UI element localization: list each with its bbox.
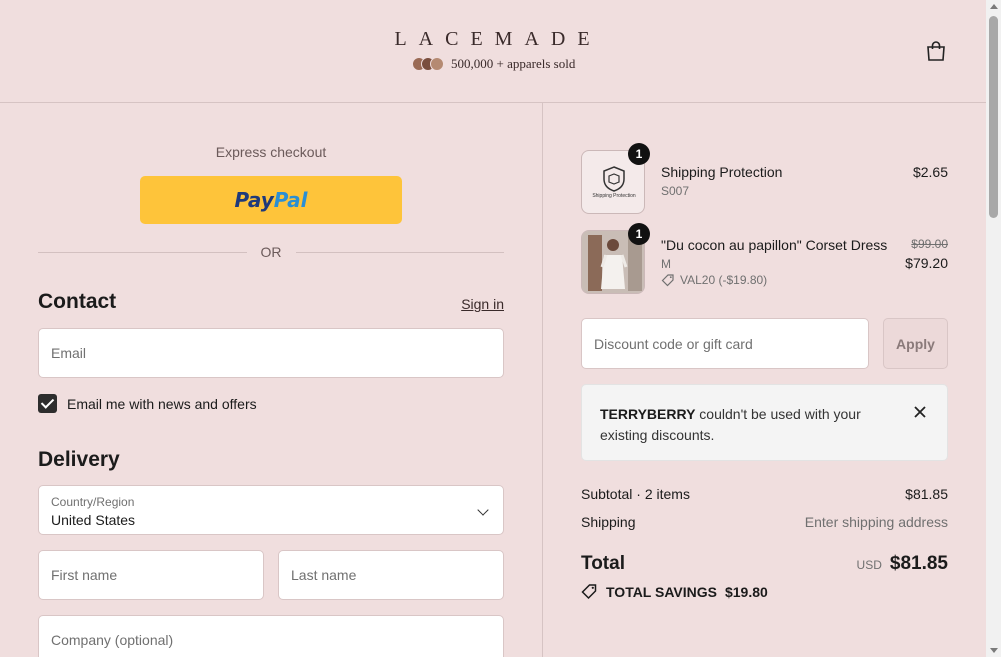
or-text: OR <box>260 244 282 260</box>
social-proof: 500,000 + apparels sold <box>412 56 575 72</box>
item-price: $79.20 <box>905 255 948 271</box>
total-value: $81.85 <box>889 553 948 574</box>
newsletter-option[interactable]: Email me with news and offers <box>38 394 257 413</box>
discount-code: VAL20 (-$19.80) <box>680 273 768 287</box>
shipping-value: Enter shipping address <box>804 514 948 530</box>
quantity-badge: 1 <box>628 223 650 245</box>
country-label: Country/Region <box>51 495 135 509</box>
subtotal-label: Subtotal · 2 items <box>581 486 690 502</box>
discount-placeholder: Discount code or gift card <box>594 336 753 352</box>
item-original-price: $99.00 <box>911 237 948 251</box>
company-field[interactable]: Company (optional) <box>38 615 504 657</box>
item-name: "Du cocon au papillon" Corset Dress <box>661 237 888 253</box>
scroll-thumb[interactable] <box>989 16 998 218</box>
tag-icon <box>581 584 597 600</box>
discount-code-input[interactable]: Discount code or gift card <box>581 318 869 369</box>
item-sku: S007 <box>661 184 690 198</box>
first-name-field[interactable]: First name <box>38 550 264 600</box>
or-divider: OR <box>38 243 504 261</box>
avatar <box>430 57 444 71</box>
email-field[interactable]: Email <box>38 328 504 378</box>
total-savings: TOTAL SAVINGS $19.80 <box>581 583 768 600</box>
notice-code: TERRYBERRY <box>600 406 696 422</box>
quantity-badge: 1 <box>628 143 650 165</box>
divider-line <box>38 251 247 253</box>
savings-label: TOTAL SAVINGS <box>606 583 717 600</box>
thumb-caption: Shipping Protection <box>592 193 636 199</box>
store-logo[interactable]: LACEMADE <box>0 28 986 51</box>
paypal-logo-part2: Pal <box>273 188 308 212</box>
paypal-logo-part1: Pay <box>234 188 274 212</box>
last-name-field[interactable]: Last name <box>278 550 504 600</box>
shopping-bag-icon[interactable] <box>924 39 948 63</box>
apply-button[interactable]: Apply <box>883 318 948 369</box>
total-amount: USD $81.85 <box>857 553 948 575</box>
header: LACEMADE 500,000 + apparels sold <box>0 0 986 103</box>
discount-error-notice: TERRYBERRY couldn't be used with your ex… <box>581 384 948 461</box>
divider-line <box>295 251 504 253</box>
shipping-label: Shipping <box>581 514 636 530</box>
customer-avatars <box>412 57 444 71</box>
country-value: United States <box>51 512 136 528</box>
contact-title: Contact <box>38 290 117 313</box>
scroll-up-arrow-icon[interactable] <box>990 4 998 9</box>
close-icon[interactable] <box>913 405 927 419</box>
column-divider <box>542 103 543 657</box>
newsletter-label: Email me with news and offers <box>67 395 257 412</box>
company-placeholder: Company (optional) <box>51 632 174 648</box>
country-select[interactable]: Country/Region United States <box>38 485 504 535</box>
total-label: Total <box>581 553 625 574</box>
sold-text: 500,000 + apparels sold <box>451 56 576 71</box>
notice-message: TERRYBERRY couldn't be used with your ex… <box>600 404 880 446</box>
subtotal-value: $81.85 <box>905 486 948 502</box>
last-name-placeholder: Last name <box>291 567 357 583</box>
savings-value: $19.80 <box>724 583 768 600</box>
page-scrollbar[interactable] <box>986 0 1001 657</box>
item-variant: M <box>661 257 671 271</box>
item-name: Shipping Protection <box>661 164 783 180</box>
item-discount: VAL20 (-$19.80) <box>661 273 767 287</box>
chevron-down-icon <box>477 504 489 516</box>
item-price: $2.65 <box>912 164 948 180</box>
delivery-title: Delivery <box>38 448 120 471</box>
express-checkout-title: Express checkout <box>215 144 327 160</box>
paypal-button[interactable]: Pay Pal <box>140 176 402 224</box>
scroll-down-arrow-icon[interactable] <box>990 648 998 653</box>
tag-icon <box>661 274 674 287</box>
newsletter-checkbox[interactable] <box>38 394 57 413</box>
currency-code: USD <box>856 558 882 572</box>
first-name-placeholder: First name <box>51 567 118 583</box>
email-placeholder: Email <box>51 345 87 361</box>
sign-in-link[interactable]: Sign in <box>461 296 504 312</box>
